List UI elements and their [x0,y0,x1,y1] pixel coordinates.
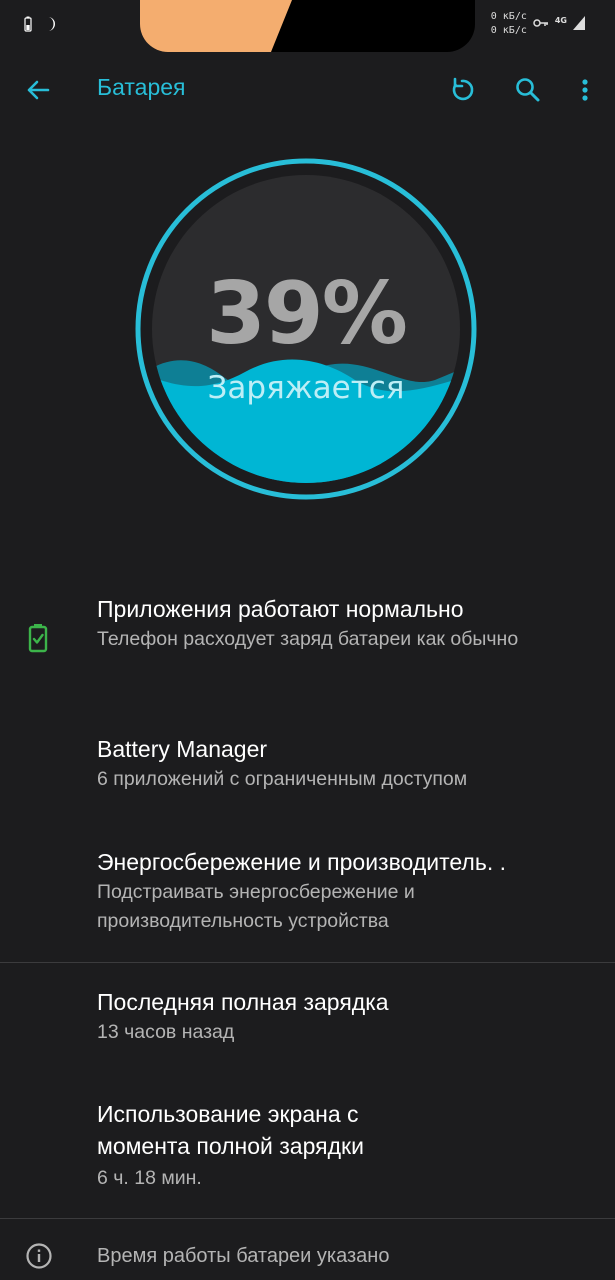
item-subtitle: 6 приложений с ограниченным доступом [97,768,468,790]
status-left [24,16,58,32]
status-bar: 0 кБ/с 0 кБ/с 4G [0,0,615,52]
divider [0,1218,615,1219]
list-item-last-full-charge[interactable]: Последняя полная зарядка 13 часов назад [97,986,597,1047]
wallpaper-fragment [140,0,293,52]
item-subtitle: 6 ч. 18 мин. [97,1167,202,1189]
item-title: Приложения работают нормально [97,596,464,622]
list-item-battery-manager[interactable]: Battery Manager 6 приложений с ограничен… [97,733,597,794]
item-title: Последняя полная зарядка [97,989,389,1015]
battery-ok-icon [28,624,48,653]
battery-gauge: 39% Заряжается [135,158,477,500]
more-vert-icon[interactable] [569,74,601,106]
list-item-apps-normal[interactable]: Приложения работают нормально Телефон ра… [97,593,597,654]
speed-up: 0 кБ/с [490,11,527,22]
item-title: Энергосбережение и производитель. . [97,849,506,875]
item-title: Использование экрана с момента полной за… [97,1101,364,1159]
info-note: Время работы батареи указано [97,1242,597,1271]
camera-notch [140,0,475,52]
info-icon [26,1243,52,1269]
battery-small-icon [24,16,32,32]
signal-icon [573,16,585,30]
key-icon [533,19,548,27]
network-speed: 0 кБ/с 0 кБ/с [491,10,527,38]
search-icon[interactable] [512,74,544,106]
divider [0,962,615,963]
moon-icon [48,17,55,31]
list-item-screen-usage[interactable]: Использование экрана с момента полной за… [97,1098,597,1193]
speed-down: 0 кБ/с [490,25,527,36]
app-bar: Батарея [0,62,615,118]
page-title: Батарея [97,74,186,100]
item-subtitle: Телефон расходует заряд батареи как обыч… [97,628,519,650]
item-subtitle: 13 часов назад [97,1021,235,1043]
network-type: 4G [554,16,567,25]
list-item-power-saving[interactable]: Энергосбережение и производитель. . Подс… [97,846,597,936]
item-subtitle: Подстраивать энергосбережение и производ… [97,881,415,932]
back-arrow-icon[interactable] [22,74,54,106]
refresh-icon[interactable] [446,74,478,106]
status-right: 0 кБ/с 0 кБ/с 4G [491,10,585,38]
charging-status: Заряжается [207,370,405,406]
item-title: Battery Manager [97,736,268,762]
battery-percent: 39% [206,264,408,364]
info-note-text: Время работы батареи указано [97,1245,390,1267]
